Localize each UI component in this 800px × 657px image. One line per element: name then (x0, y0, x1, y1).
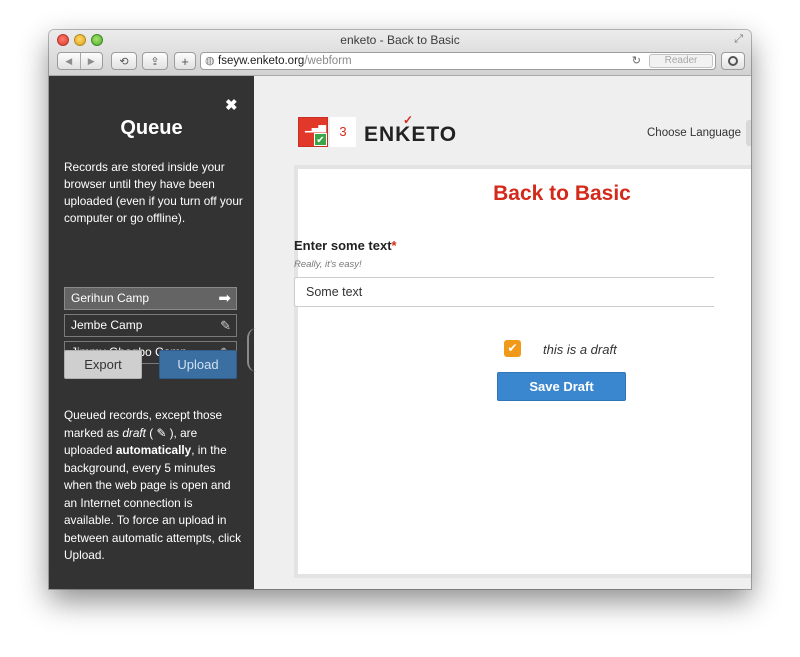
check-icon: ✔ (314, 133, 327, 146)
window-title: enketo - Back to Basic (340, 33, 460, 47)
back-icon[interactable]: ◀ (58, 56, 80, 67)
arrow-right-icon[interactable]: ➡ (218, 288, 231, 309)
signal-bars-icon: ▁▃▅ (305, 122, 326, 133)
main-content: ▁▃▅ ✔ 3 ✓ ENKETO Choose Language Back to… (254, 76, 751, 589)
record-item[interactable]: Gerihun Camp ➡ (64, 287, 237, 310)
back-forward-buttons[interactable]: ◀ ▶ (57, 52, 103, 70)
url-text[interactable]: fseyw.enketo.org/webform (218, 55, 352, 67)
choose-language-label: Choose Language (647, 127, 741, 139)
export-button[interactable]: Export (64, 350, 142, 379)
question-hint: Really, it's easy! (294, 259, 362, 270)
reader-button[interactable]: Reader (649, 54, 713, 68)
language-select[interactable] (746, 120, 751, 146)
browser-window: enketo - Back to Basic ⤢ ◀ ▶ ⟲ ⇪ + ◍ fse… (49, 30, 751, 589)
reload-icon[interactable]: ↻ (632, 54, 641, 67)
queue-title: Queue (120, 117, 183, 139)
note-text: , in the background, every 5 minutes whe… (64, 443, 242, 562)
queue-count-badge[interactable]: 3 (330, 117, 356, 147)
queue-status-icon[interactable]: ▁▃▅ ✔ (298, 117, 328, 147)
forward-icon[interactable]: ▶ (81, 56, 103, 67)
share-icon: ⇪ (150, 55, 160, 68)
record-name: Jembe Camp (71, 318, 143, 332)
url-path: /webform (304, 55, 352, 67)
upload-button[interactable]: Upload (159, 350, 237, 379)
pencil-icon: ✎ (156, 425, 167, 440)
queue-description: Records are stored inside your browser u… (64, 160, 243, 225)
queue-sidebar: ✖ Queue Records are stored inside your b… (49, 76, 254, 589)
question-label: Enter some text* (294, 238, 397, 253)
record-name: Gerihun Camp (71, 291, 150, 305)
downloads-icon (728, 56, 738, 66)
add-bookmark-button[interactable]: + (174, 52, 196, 70)
downloads-button[interactable] (721, 52, 745, 70)
enketo-logo: ENKETO (364, 123, 458, 146)
record-item[interactable]: Jembe Camp ✎ (64, 314, 237, 337)
note-automatic: automatically (115, 443, 192, 457)
close-icon[interactable]: ✖ (225, 96, 238, 114)
pencil-icon[interactable]: ✎ (220, 315, 231, 336)
share-button[interactable]: ⇪ (142, 52, 168, 70)
title-bar: enketo - Back to Basic ⤢ ◀ ▶ ⟲ ⇪ + ◍ fse… (49, 30, 751, 76)
form-title: Back to Basic (493, 182, 631, 205)
text-input[interactable] (294, 277, 714, 307)
note-draft: draft (122, 425, 146, 440)
question-text: Enter some text (294, 238, 392, 253)
sync-icon: ⟲ (119, 55, 129, 68)
draft-label[interactable]: this is a draft (543, 342, 617, 357)
queue-note: Queued records, except those marked as d… (64, 408, 242, 562)
check-icon: ✔ (507, 341, 518, 355)
required-mark: * (391, 238, 397, 253)
draft-checkbox[interactable]: ✔ (504, 340, 521, 357)
page-icon: ◍ (205, 55, 215, 67)
sidebar-handle[interactable] (247, 328, 257, 372)
fullscreen-icon[interactable]: ⤢ (734, 33, 743, 46)
url-host: fseyw.enketo.org (218, 55, 305, 67)
save-draft-button[interactable]: Save Draft (497, 372, 626, 401)
address-bar[interactable]: ◍ fseyw.enketo.org/webform ↻ Reader (200, 52, 716, 70)
sync-button[interactable]: ⟲ (111, 52, 137, 70)
